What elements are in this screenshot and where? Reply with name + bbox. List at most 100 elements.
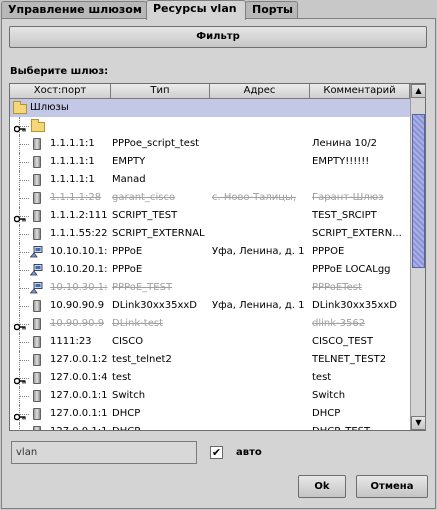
tab-bar: Управление шлюзом Ресурсы vlan Порты [0,0,437,20]
expand-key-icon[interactable] [13,320,26,331]
cell-host: 10.90.90.9 [50,300,105,311]
server-icon [33,318,41,330]
cell-host: 10.90.90.9 [50,318,105,329]
cell-host: 1.1.1.55:22 [50,228,108,239]
network-pc-icon [29,246,43,258]
server-icon [33,210,41,222]
server-icon [33,174,41,186]
cell-comment: DHCP [312,408,341,419]
cell-host: 127.0.0.1:4 [50,372,108,383]
server-icon [33,426,41,430]
cell-type: garant_cisco [112,192,176,203]
table-row[interactable]: 10.10.20.1: PPPoE PPPoE LOCALgg [10,261,410,279]
expand-key-icon[interactable] [13,410,26,421]
cell-type: PPPoE [112,246,143,257]
tree-line [19,234,29,235]
expand-key-icon[interactable] [13,374,26,385]
column-header-type[interactable]: Тип [111,84,210,99]
cell-type: SCRIPT_TEST [112,210,178,221]
table-row[interactable]: 1.1.1.1:1 PPPoe_script_test Ленина 10/2 [10,135,410,153]
column-header-comment[interactable]: Комментарий [310,84,410,99]
expand-key-icon[interactable] [13,122,26,133]
tree-line [19,180,29,181]
gateway-tree-table: Хост:порт Тип Адрес Комментарий Шлюзы 1.… [9,83,426,431]
cell-comment: CISCO_TEST [312,336,374,347]
tab-gateway-management[interactable]: Управление шлюзом [1,1,147,19]
expand-key-icon[interactable] [13,212,26,223]
table-row[interactable]: 1.1.1.1:1 Manad [10,171,410,189]
column-header-host[interactable]: Хост:порт [10,84,111,99]
tree-root-row[interactable]: Шлюзы [10,99,410,117]
vlan-input[interactable]: vlan [11,441,197,464]
cell-type: test [112,372,132,383]
table-row[interactable] [10,117,410,135]
tree-line [19,144,29,145]
cell-type: PPPoe_script_test [112,138,200,149]
server-icon [33,390,41,402]
cell-comment: DLink30xx35xxD [312,300,397,311]
auto-checkbox-label: авто [236,447,262,458]
cell-host: 1111:23 [50,336,92,347]
cell-address: Уфа, Ленина, д. 1 [212,300,305,311]
table-body: Шлюзы 1.1.1.1:1 PPPoe_script_test Ленина 1… [10,99,410,430]
cancel-button[interactable]: Отмена [356,475,428,498]
cell-type: SCRIPT_EXTERNAL [112,228,205,239]
cell-type: PPPoE [112,264,143,275]
network-pc-icon [29,264,43,276]
cell-type: DLink30xx35xxD [112,300,197,311]
table-row[interactable]: 127.0.0.1:2 test_telnet2 TELNET_TEST2 [10,351,410,369]
cell-type: EMPTY [112,156,146,167]
table-row[interactable]: 127.0.0.1:1 DHCP DHCP [10,405,410,423]
cell-host: 1.1.1.1:1 [50,138,95,149]
ok-button[interactable]: Ok [298,475,346,498]
filter-button[interactable]: Фильтр [9,26,427,48]
tree-line [19,198,29,199]
cell-host: 127.0.0.1:1 [50,408,108,419]
tree-line [19,306,29,307]
cell-host: 1.1.1.2:111 [50,210,108,221]
tab-ports[interactable]: Порты [245,1,298,19]
network-pc-icon [29,282,43,294]
scroll-up-button[interactable]: ▲ [411,84,426,98]
table-row[interactable]: 1.1.1.1:28 garant_cisco с. Ново-Талицы, Гар… [10,189,410,207]
table-row[interactable]: 10.10.10.1: PPPoE Уфа, Ленина, д. 1 PPPOE [10,243,410,261]
server-icon [33,156,41,168]
tab-vlan-resources[interactable]: Ресурсы vlan [146,0,246,20]
tree-line [19,252,29,253]
table-row[interactable]: 10.90.90.9 DLink-test dlink-3562 [10,315,410,333]
cell-type: test_telnet2 [112,354,172,365]
cell-host: 10.10.30.1: [50,282,108,293]
cell-type: DLink-test [112,318,163,329]
column-header-address[interactable]: Адрес [210,84,310,99]
cell-type: DHCP [112,408,141,419]
tree-line [19,288,29,289]
table-row[interactable]: 1111:23 CISCO CISCO_TEST [10,333,410,351]
vertical-scrollbar[interactable]: ▲ ▼ [410,84,426,430]
tree-line [19,360,29,361]
scroll-thumb[interactable] [412,114,425,268]
table-row[interactable]: 1.1.1.55:22 SCRIPT_EXTERNAL SCRIPT_EXTERN.… [10,225,410,243]
cell-host: 1.1.1.1:1 [50,174,95,185]
auto-checkbox[interactable]: ✔ [210,446,223,459]
cell-host: 127.0.0.1:1 [50,423,111,430]
cell-comment: DHCP_TEST [312,423,410,430]
table-row[interactable]: 10.10.30.1: PPPoE_TEST PPPoETest [10,279,410,297]
table-row[interactable]: 1.1.1.1:1 EMPTY EMPTY!!!!!! [10,153,410,171]
cell-host: 10.10.10.1: [50,246,108,257]
table-row[interactable]: 127.0.0.1:1DHCP DHCP_TEST [10,423,410,430]
table-row[interactable]: 127.0.0.1:1 Switch Switch [10,387,410,405]
cell-host: 127.0.0.1:2 [50,354,108,365]
cell-comment: test [312,372,332,383]
server-icon [33,336,41,348]
cell-comment: PPPOE [312,246,345,257]
scroll-down-button[interactable]: ▼ [411,416,426,430]
table-row[interactable]: 127.0.0.1:4 test test [10,369,410,387]
server-icon [33,228,41,240]
cell-comment: SCRIPT_EXTERN... [312,228,402,239]
table-row[interactable]: 1.1.1.2:111 SCRIPT_TEST TEST_SRCIPT [10,207,410,225]
tree-line [19,342,29,343]
expand-key-icon[interactable] [14,428,26,430]
cell-type: CISCO [112,336,144,347]
cell-host: 127.0.0.1:1 [50,390,108,401]
table-row[interactable]: 10.90.90.9 DLink30xx35xxD Уфа, Ленина, д. … [10,297,410,315]
